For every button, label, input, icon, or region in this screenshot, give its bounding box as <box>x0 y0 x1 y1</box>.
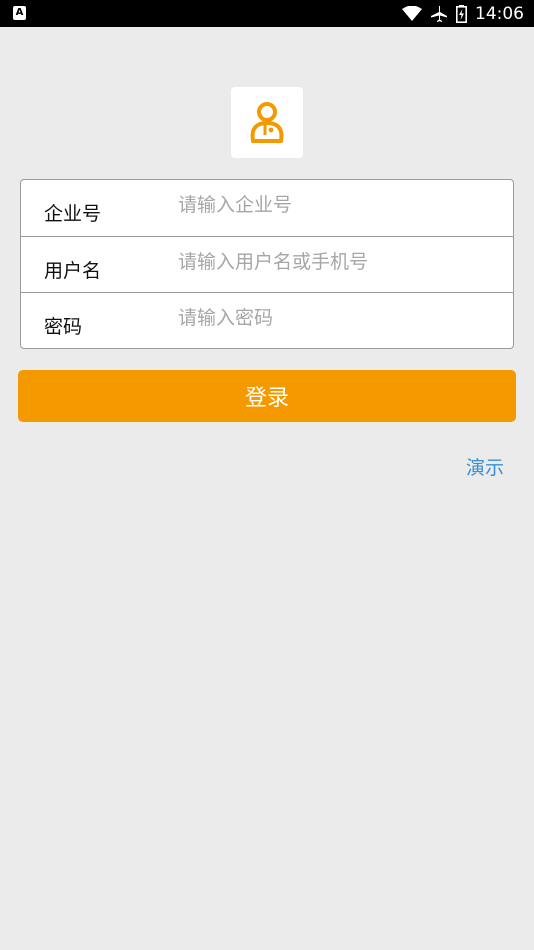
company-label: 企业号 <box>44 203 102 225</box>
battery-icon <box>456 4 467 23</box>
username-input[interactable] <box>178 247 498 277</box>
username-row: 用户名 <box>21 236 513 292</box>
password-input[interactable] <box>178 303 498 333</box>
app-logo <box>231 87 303 158</box>
status-bar: A 14:06 <box>0 0 534 27</box>
company-input[interactable] <box>178 190 498 220</box>
wifi-icon <box>402 5 422 21</box>
company-row: 企业号 <box>21 180 513 236</box>
username-label: 用户名 <box>44 260 102 282</box>
notification-a-label: A <box>15 7 24 18</box>
airplane-icon <box>431 5 447 22</box>
status-icons: 14:06 <box>402 0 524 27</box>
password-label: 密码 <box>44 316 83 338</box>
password-row: 密码 <box>21 292 513 348</box>
status-time: 14:06 <box>475 3 524 24</box>
login-button[interactable]: 登录 <box>18 370 516 422</box>
login-form: 企业号 用户名 密码 <box>20 179 514 349</box>
notification-a-icon: A <box>13 6 26 20</box>
demo-link[interactable]: 演示 <box>466 453 504 480</box>
user-icon <box>250 101 284 143</box>
